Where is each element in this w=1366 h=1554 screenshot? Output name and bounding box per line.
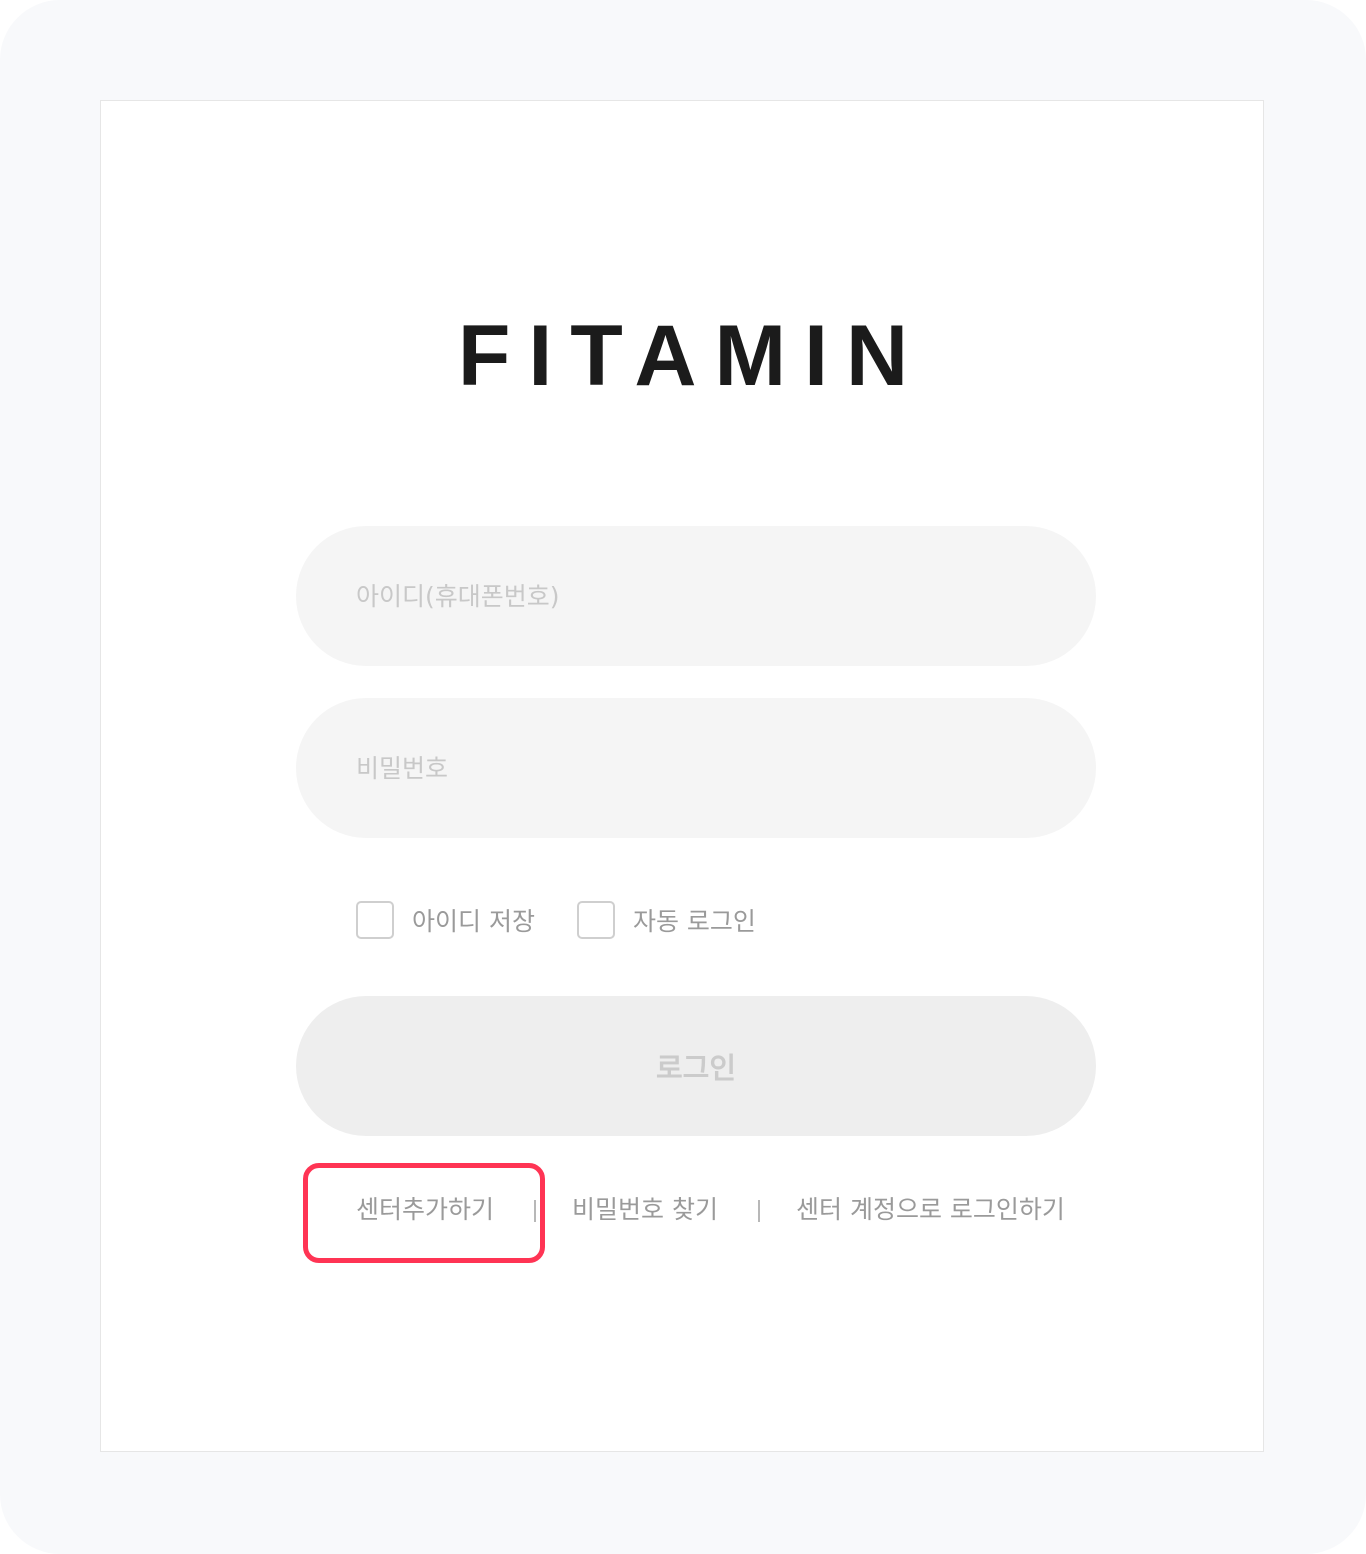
find-password-link[interactable]: 비밀번호 찾기 [572,1190,718,1230]
auto-login-checkbox[interactable] [576,901,615,939]
remember-id-label: 아이디 저장 [412,907,535,936]
login-options: 아이디 저장 자동 로그인 [356,899,756,941]
link-divider [534,1200,536,1222]
footer-links: 센터추가하기 비밀번호 찾기 센터 계정으로 로그인하기 [0,1190,1366,1230]
id-input[interactable] [296,526,1096,666]
remember-id-checkbox[interactable] [356,901,394,939]
remember-id-option[interactable]: 아이디 저장 [356,901,535,939]
center-account-login-link[interactable]: 센터 계정으로 로그인하기 [796,1190,1065,1230]
auto-login-label: 자동 로그인 [632,907,756,936]
login-button[interactable]: 로그인 [296,996,1096,1136]
app-logo: FITAMIN [457,308,927,404]
page-background: FITAMIN 아이디 저장 자동 로그인 로그인 센터추가하기 비밀번호 찾기… [0,0,1366,1554]
password-input[interactable] [296,698,1096,838]
auto-login-option[interactable]: 자동 로그인 [576,901,756,939]
link-divider [758,1200,760,1222]
add-center-link[interactable]: 센터추가하기 [356,1190,494,1230]
